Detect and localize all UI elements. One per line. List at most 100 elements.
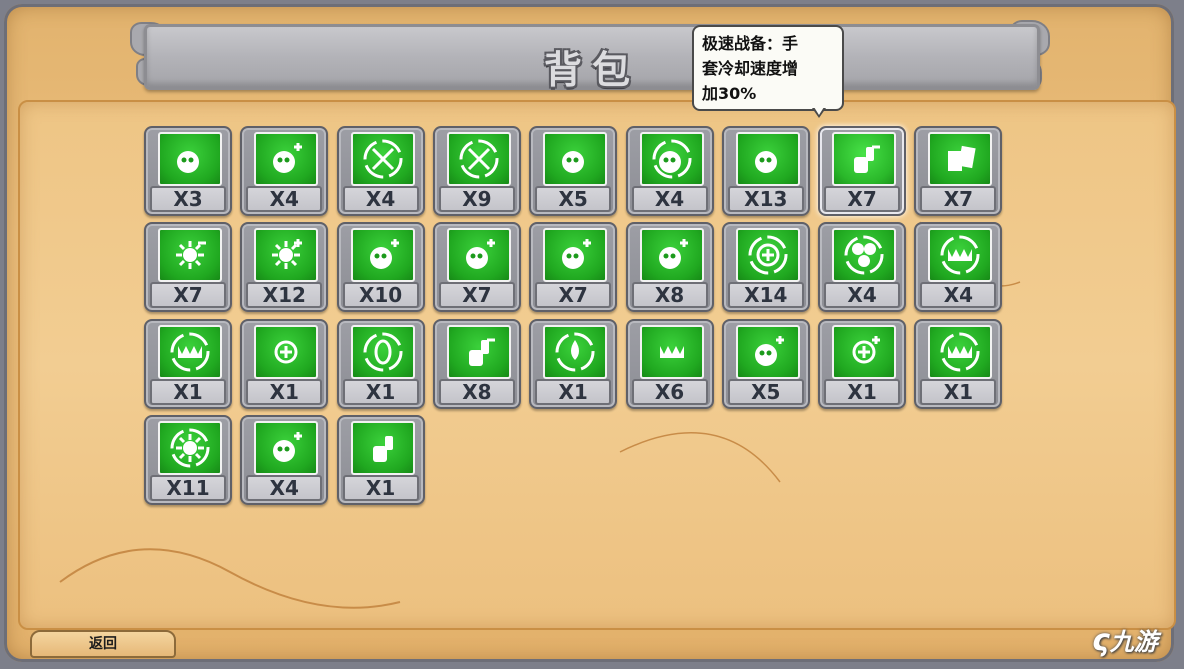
inventory-slot[interactable]: X1 (529, 318, 618, 409)
title-stone: 背包 (144, 24, 1040, 92)
jaws-circle-icon (158, 324, 222, 379)
heal-plus-icon (832, 324, 897, 379)
burst-plus-icon (254, 228, 319, 283)
creature-plus-icon (254, 132, 319, 186)
item-count: X11 (150, 474, 226, 501)
item-count: X1 (150, 378, 226, 405)
tooltip-tail (814, 107, 824, 115)
sun-ring-icon (158, 420, 222, 475)
tooltip-line: 极速战备：手 (702, 34, 799, 53)
twin-seed-plus-icon (735, 324, 800, 379)
item-count: X4 (246, 186, 323, 212)
bomb-plus-icon (350, 228, 415, 283)
jaws-target-icon (928, 324, 993, 379)
inventory-slot[interactable]: X1 (914, 318, 1003, 409)
apple-plus-icon (639, 228, 704, 283)
spiky-plus-icon (446, 228, 511, 283)
item-count: X4 (631, 186, 708, 212)
inventory-slot[interactable]: X3 (144, 126, 232, 216)
item-count: X7 (438, 282, 515, 309)
item-count: X7 (920, 186, 997, 212)
inventory-slot[interactable]: X1 (818, 318, 907, 409)
inventory-slot[interactable]: X7 (144, 222, 232, 313)
burst-minus-icon (158, 228, 222, 283)
item-count: X7 (824, 186, 901, 212)
tooltip-line: 套冷却速度增 (702, 59, 799, 78)
zero-ring-icon (350, 324, 415, 379)
inventory-slot[interactable]: X8 (625, 222, 714, 313)
hammer-minus-icon (446, 324, 511, 379)
inventory-slot[interactable]: X4 (914, 222, 1003, 313)
item-count: X8 (631, 282, 708, 309)
inventory-slot[interactable]: X7 (914, 126, 1003, 216)
item-count: X8 (438, 378, 515, 405)
item-count: X14 (727, 282, 804, 309)
item-count: X12 (246, 282, 323, 309)
inventory-slot[interactable]: X1 (336, 318, 425, 409)
item-count: X1 (342, 378, 419, 405)
heal-ring-icon (735, 228, 800, 283)
inventory-slot[interactable]: X4 (240, 126, 329, 216)
item-count: X1 (246, 378, 323, 405)
inventory-slot[interactable]: X8 (432, 318, 521, 409)
item-count: X1 (920, 378, 997, 405)
item-count: X5 (535, 186, 612, 212)
item-count: X7 (535, 282, 612, 309)
item-count: X1 (535, 378, 612, 405)
item-count: X13 (727, 186, 804, 212)
item-count: X10 (342, 282, 419, 309)
dotted-seed-icon (543, 132, 608, 186)
tools-icon (350, 420, 415, 475)
item-count: X5 (727, 378, 804, 405)
inventory-slot[interactable]: X7 (529, 222, 618, 313)
crosshair-ring-icon (350, 132, 415, 186)
inventory-slot[interactable]: X12 (240, 222, 329, 313)
jaws-ring-icon (928, 228, 993, 283)
item-count: X4 (246, 474, 323, 501)
watermark-logo: ς九游 (1092, 623, 1158, 658)
shield-creature-icon (735, 132, 800, 186)
inventory-slot[interactable]: X1 (144, 318, 232, 409)
inventory-slot[interactable]: X4 (625, 126, 714, 216)
inventory-slot[interactable]: X7 (432, 222, 521, 313)
page-title: 背包 (543, 48, 640, 92)
fan-ring-icon (832, 228, 897, 283)
inventory-slot[interactable]: X13 (721, 126, 810, 216)
inventory-slot[interactable]: X1 (336, 414, 425, 505)
inventory-slot[interactable]: X11 (144, 414, 232, 505)
inventory-slot[interactable]: X5 (721, 318, 810, 409)
inventory-slot[interactable]: X14 (721, 222, 810, 313)
glove-minus-icon (832, 132, 897, 186)
item-count: X1 (824, 378, 901, 405)
inventory-slot[interactable]: X9 (432, 126, 521, 216)
item-count: X1 (342, 474, 419, 501)
drop-ring-icon (543, 324, 608, 379)
back-button[interactable]: 返回 (30, 630, 176, 658)
inventory-slot[interactable]: X7 (818, 126, 907, 216)
apple-plus-icon (254, 420, 319, 475)
item-count: X7 (150, 282, 226, 309)
heal-arrow-icon (254, 324, 319, 379)
item-count: X4 (920, 282, 997, 309)
watermark-text: 九游 (1109, 628, 1158, 656)
tooltip-line: 加30% (702, 84, 757, 103)
inventory-slot[interactable]: X5 (529, 126, 618, 216)
item-count: X3 (150, 186, 226, 212)
spiral-seed-icon (158, 132, 222, 186)
inventory-slot[interactable]: X6 (625, 318, 714, 409)
inventory-slot[interactable]: X4 (336, 126, 425, 216)
inventory-slot[interactable]: X1 (240, 318, 329, 409)
item-tooltip: 极速战备：手 套冷却速度增 加30% (692, 25, 844, 111)
title-banner: 背包 (130, 18, 1050, 92)
inventory-slot[interactable]: X4 (818, 222, 907, 313)
item-count: X9 (438, 186, 515, 212)
cabbage-circle-icon (639, 132, 704, 186)
cross-target-icon (446, 132, 511, 186)
item-count: X4 (342, 186, 419, 212)
inventory-slot[interactable]: X4 (240, 414, 329, 505)
cards-icon (928, 132, 993, 186)
cactus-plus-icon (543, 228, 608, 283)
jaws-drop-icon (639, 324, 704, 379)
inventory-slot[interactable]: X10 (336, 222, 425, 313)
item-count: X6 (631, 378, 708, 405)
